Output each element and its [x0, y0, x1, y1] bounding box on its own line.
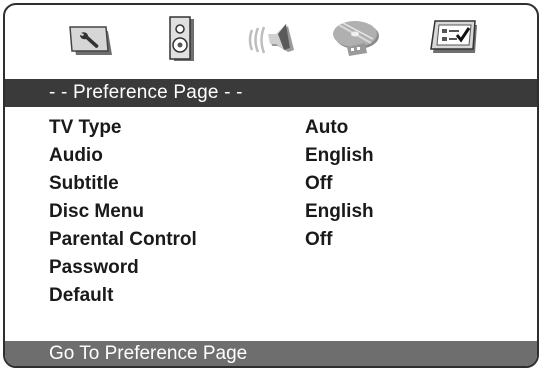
menu-item-label: Disc Menu: [49, 201, 145, 222]
menu-item-label: TV Type: [49, 117, 122, 138]
menu-item-label: Default: [49, 285, 114, 306]
menu-item-disc-menu[interactable]: Disc Menu English: [5, 201, 537, 229]
menu-item-password[interactable]: Password: [5, 257, 537, 285]
status-bar: Go To Preference Page: [5, 341, 537, 366]
menu-item-value: Off: [305, 173, 333, 194]
setup-icon[interactable]: [68, 23, 114, 57]
audio-speaker-icon[interactable]: [168, 16, 196, 64]
menu-item-value: English: [305, 201, 374, 222]
menu-item-label: Audio: [49, 145, 103, 166]
menu-item-value: Auto: [305, 117, 349, 138]
page-title: - - Preference Page - -: [49, 82, 243, 103]
disc-icon[interactable]: [329, 19, 383, 59]
menu-item-label: Parental Control: [49, 229, 197, 250]
page-tab-bar: [5, 5, 537, 73]
speaker-waves-icon[interactable]: [248, 20, 302, 60]
menu-item-parental-control[interactable]: Parental Control Off: [5, 229, 537, 257]
menu-item-default[interactable]: Default: [5, 285, 537, 313]
menu-item-audio[interactable]: Audio English: [5, 145, 537, 173]
menu-item-label: Subtitle: [49, 173, 119, 194]
osd-window: - - Preference Page - - TV Type Auto Aud…: [3, 3, 539, 368]
menu-item-value: English: [305, 145, 374, 166]
menu-item-value: Off: [305, 229, 333, 250]
page-title-bar: - - Preference Page - -: [5, 79, 537, 107]
menu-item-subtitle[interactable]: Subtitle Off: [5, 173, 537, 201]
preference-icon[interactable]: [429, 19, 481, 57]
menu-item-tv-type[interactable]: TV Type Auto: [5, 117, 537, 145]
status-text: Go To Preference Page: [49, 343, 248, 364]
menu-item-label: Password: [49, 257, 139, 278]
